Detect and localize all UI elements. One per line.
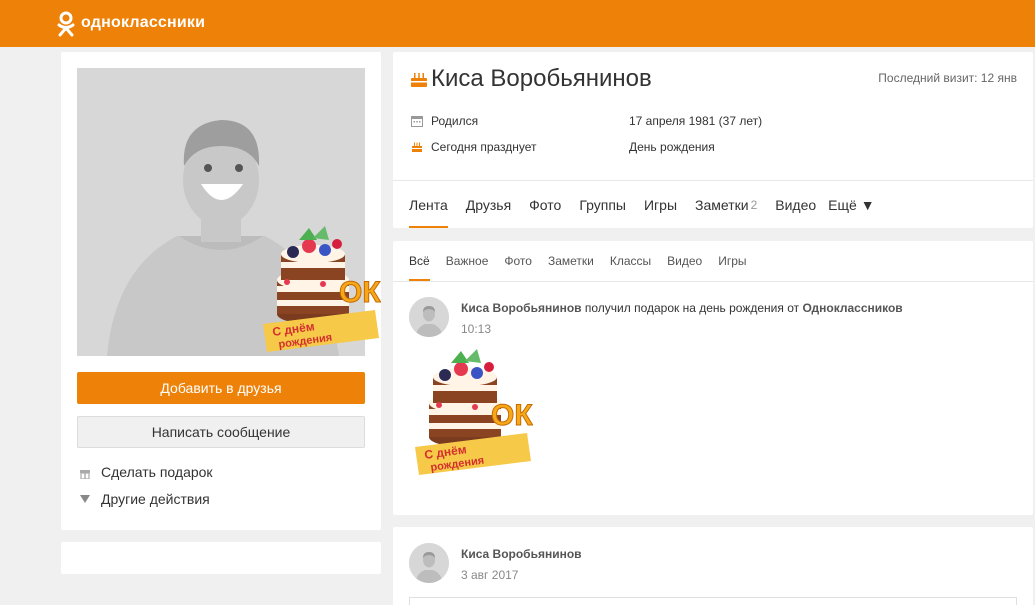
triangle-down-icon — [79, 492, 91, 506]
feed-divider — [393, 281, 1033, 282]
tab-groups-label: Группы — [579, 196, 626, 213]
send-message-button[interactable]: Написать сообщение — [77, 416, 365, 448]
filter-likes-label: Классы — [609, 254, 652, 268]
make-gift-label: Сделать подарок — [101, 464, 213, 480]
top-bar: одноклассники — [0, 0, 1035, 47]
celebrates-info-label: Сегодня празднует — [411, 140, 537, 154]
add-friend-button[interactable]: Добавить в друзья — [77, 372, 365, 404]
sticker-badge: ОК — [491, 399, 533, 432]
tab-video-label: Видео — [775, 196, 817, 213]
birth-label: Родился — [431, 114, 479, 128]
birthday-cake-sticker[interactable]: С днём рождения ОК — [415, 347, 533, 479]
tab-photos[interactable]: Фото — [529, 181, 561, 228]
post-action-text: получил подарок на день рождения от — [581, 301, 803, 315]
birthday-cake-sticker[interactable]: С днём рождения ОК — [263, 224, 381, 356]
filter-notes[interactable]: Заметки — [548, 241, 594, 281]
profile-avatar[interactable]: С днём рождения ОК — [77, 68, 381, 356]
post-author-link[interactable]: Киса Воробьянинов — [461, 301, 582, 315]
profile-name: Киса Воробьянинов — [431, 65, 652, 92]
filter-photos-label: Фото — [504, 254, 532, 268]
calendar-icon — [411, 116, 423, 127]
default-avatar-icon — [409, 543, 449, 583]
filter-important-label: Важное — [445, 254, 489, 268]
cake-icon — [411, 73, 427, 87]
filter-all-label: Всё — [409, 254, 430, 268]
tab-more-label: Ещё ▼ — [828, 196, 875, 213]
tab-video[interactable]: Видео — [775, 181, 816, 228]
filter-photos[interactable]: Фото — [504, 241, 532, 281]
profile-name-row: Киса Воробьянинов — [409, 65, 652, 93]
tab-games[interactable]: Игры — [644, 181, 677, 228]
tab-friends-label: Друзья — [465, 196, 512, 213]
ok-logo-icon[interactable] — [56, 11, 76, 37]
tab-notes[interactable]: Заметки 2 — [695, 181, 757, 228]
tab-feed-label: Лента — [409, 196, 448, 213]
make-gift-link[interactable]: Сделать подарок — [79, 464, 213, 480]
default-avatar-icon — [409, 297, 449, 337]
post-time[interactable]: 10:13 — [461, 322, 491, 336]
last-visit: Последний визит: 12 янв — [878, 71, 1017, 85]
avatar[interactable] — [409, 543, 449, 583]
sidebar-secondary-card — [61, 542, 381, 574]
tab-friends[interactable]: Друзья — [466, 181, 511, 228]
feed-filter-tabs: Всё Важное Фото Заметки Классы Видео Игр… — [409, 241, 763, 281]
tab-games-label: Игры — [643, 196, 678, 213]
tab-groups[interactable]: Группы — [579, 181, 626, 228]
birth-value: 17 апреля 1981 (37 лет) — [629, 114, 763, 128]
tab-feed[interactable]: Лента — [409, 181, 448, 228]
filter-all[interactable]: Всё — [409, 241, 430, 281]
filter-games[interactable]: Игры — [718, 241, 746, 281]
filter-video-label: Видео — [667, 254, 703, 268]
profile-sidebar: С днём рождения ОК Добавить в друзья Нап… — [61, 52, 381, 530]
celebrates-value: День рождения — [629, 140, 715, 154]
feed-card: Всё Важное Фото Заметки Классы Видео Игр… — [393, 241, 1033, 515]
post-author-link[interactable]: Киса Воробьянинов — [461, 547, 582, 561]
post-content-box — [409, 597, 1017, 605]
tab-photos-label: Фото — [529, 196, 562, 213]
post-text: Киса Воробьянинов — [461, 547, 582, 561]
filter-games-label: Игры — [718, 254, 747, 268]
post-text: Киса Воробьянинов получил подарок на ден… — [461, 301, 903, 315]
avatar[interactable] — [409, 297, 449, 337]
profile-header: Киса Воробьянинов Последний визит: 12 ян… — [393, 52, 1033, 228]
feed-card-second: Киса Воробьянинов 3 авг 2017 — [393, 527, 1033, 605]
filter-video[interactable]: Видео — [667, 241, 702, 281]
notes-count: 2 — [750, 197, 758, 212]
tab-notes-label: Заметки — [695, 196, 749, 213]
logo-text[interactable]: одноклассники — [81, 14, 205, 32]
celebrates-label: Сегодня празднует — [431, 140, 537, 154]
other-actions-label: Другие действия — [101, 491, 210, 507]
gift-icon — [79, 465, 91, 479]
profile-tabs: Лента Друзья Фото Группы Игры Заметки 2 В… — [409, 181, 893, 228]
post-time[interactable]: 3 авг 2017 — [461, 568, 518, 582]
filter-notes-label: Заметки — [547, 254, 594, 268]
sticker-badge: ОК — [339, 276, 381, 309]
birth-info-label: Родился — [411, 114, 478, 128]
cake-icon — [412, 142, 422, 152]
post-target-link[interactable]: Одноклассников — [802, 301, 902, 315]
other-actions-link[interactable]: Другие действия — [79, 491, 210, 507]
filter-important[interactable]: Важное — [446, 241, 489, 281]
tab-more[interactable]: Ещё ▼ — [828, 181, 874, 228]
filter-likes[interactable]: Классы — [610, 241, 651, 281]
